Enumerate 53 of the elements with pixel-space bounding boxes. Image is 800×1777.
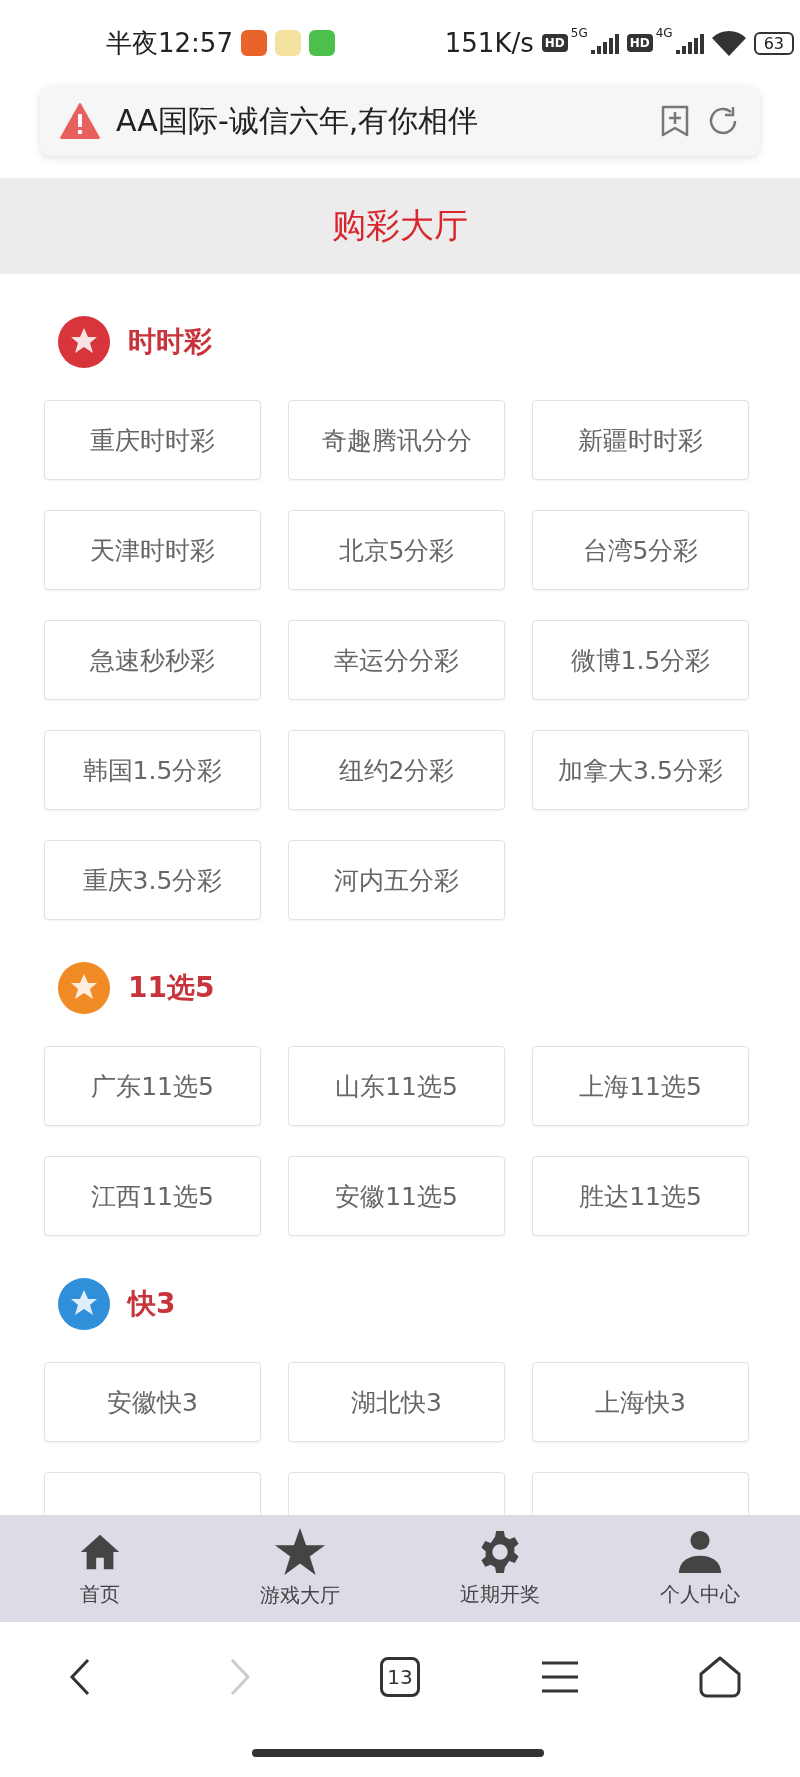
game-button[interactable]: 台湾5分彩 xyxy=(532,510,749,590)
app-icon xyxy=(274,30,301,56)
hd-badge: HD xyxy=(541,34,568,52)
signal-icon xyxy=(590,32,619,54)
person-icon xyxy=(677,1529,723,1575)
status-time: 半夜12:57 xyxy=(106,26,233,60)
warning-icon xyxy=(60,103,100,139)
section-title: 快3 xyxy=(128,1286,176,1322)
network-type: 4G xyxy=(655,26,673,40)
tab-item[interactable]: 近期开奖 xyxy=(400,1515,600,1622)
game-button[interactable]: 重庆3.5分彩 xyxy=(44,840,261,920)
game-button[interactable]: 韩国1.5分彩 xyxy=(44,730,261,810)
game-button[interactable]: 安徽11选5 xyxy=(288,1156,505,1236)
game-button[interactable]: 胜达11选5 xyxy=(532,1156,749,1236)
game-button[interactable]: 纽约2分彩 xyxy=(288,730,505,810)
hd-badge: HD xyxy=(626,34,653,52)
game-button[interactable]: 新疆时时彩 xyxy=(532,400,749,480)
game-button[interactable]: 幸运分分彩 xyxy=(288,620,505,700)
game-button[interactable]: 奇趣腾讯分分 xyxy=(288,400,505,480)
tab-item[interactable]: 游戏大厅 xyxy=(200,1515,400,1622)
add-bookmark-icon[interactable] xyxy=(660,104,690,138)
page-heading: 购彩大厅 xyxy=(332,204,468,247)
game-button[interactable]: 山东11选5 xyxy=(288,1046,505,1126)
network-type: 5G xyxy=(570,26,588,40)
network-speed: 151K/s xyxy=(444,28,534,58)
game-button[interactable]: 上海快3 xyxy=(532,1362,749,1442)
home-outline-icon xyxy=(699,1656,741,1698)
game-button[interactable]: 加拿大3.5分彩 xyxy=(532,730,749,810)
game-button[interactable]: 微博1.5分彩 xyxy=(532,620,749,700)
wifi-icon xyxy=(711,30,746,56)
game-button[interactable]: 北京5分彩 xyxy=(288,510,505,590)
game-button[interactable]: 广东11选5 xyxy=(44,1046,261,1126)
app-icon xyxy=(240,30,267,56)
tabs-button[interactable]: 13 xyxy=(365,1652,435,1702)
game-button[interactable]: 安徽快3 xyxy=(44,1362,261,1442)
address-bar[interactable]: AA国际-诚信六年,有你相伴 xyxy=(40,86,760,156)
game-button[interactable]: 江西11选5 xyxy=(44,1156,261,1236)
game-button[interactable]: 重庆时时彩 xyxy=(44,400,261,480)
page-title: AA国际-诚信六年,有你相伴 xyxy=(116,101,480,140)
game-button[interactable]: 湖北快3 xyxy=(288,1362,505,1442)
app-icon xyxy=(308,30,335,56)
game-button[interactable]: 上海11选5 xyxy=(532,1046,749,1126)
section-title: 时时彩 xyxy=(128,324,212,360)
menu-icon xyxy=(540,1660,580,1694)
signal-icon xyxy=(675,32,704,54)
section-title: 11选5 xyxy=(128,970,215,1006)
tab-item[interactable]: 首页 xyxy=(0,1515,200,1622)
star-icon xyxy=(275,1528,325,1576)
game-button[interactable]: 急速秒秒彩 xyxy=(44,620,261,700)
game-button[interactable]: 天津时时彩 xyxy=(44,510,261,590)
battery-indicator: 63 xyxy=(753,31,794,55)
game-button[interactable]: 河内五分彩 xyxy=(288,840,505,920)
tab-item[interactable]: 个人中心 xyxy=(600,1515,800,1622)
